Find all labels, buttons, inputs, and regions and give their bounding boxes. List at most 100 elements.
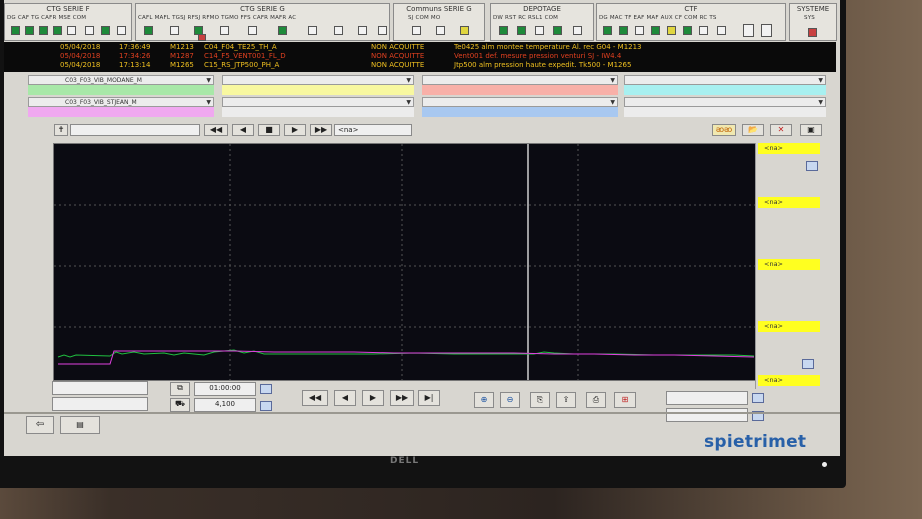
group-communs-serie-g: Communs SERIE G SJ COM MO — [393, 3, 485, 41]
indicator — [220, 26, 229, 35]
indicator — [25, 26, 34, 35]
calendar-icon[interactable] — [260, 384, 272, 394]
curve-selector-6[interactable]: ▼ — [422, 97, 618, 107]
last-button[interactable]: ▶▶ — [310, 124, 332, 136]
print-icon[interactable]: ⎙ — [586, 392, 606, 408]
value-field[interactable]: 4,100 — [194, 398, 256, 412]
next-button[interactable]: ▶ — [284, 124, 306, 136]
indicator — [573, 26, 582, 35]
fast-forward-button[interactable]: ▶▶ — [390, 390, 414, 406]
end-time-field[interactable] — [52, 397, 148, 411]
time-cursor-field[interactable] — [70, 124, 200, 136]
grid-icon[interactable]: ⊞ — [614, 392, 636, 408]
cursor-value-field: <na> — [334, 124, 412, 136]
indicator — [651, 26, 660, 35]
cursor-start-field[interactable] — [666, 391, 748, 405]
alarm-date: 05/04/2018 — [60, 43, 101, 51]
indicator — [699, 26, 708, 35]
indicator — [743, 24, 754, 37]
group-title: Communs SERIE G — [406, 5, 472, 13]
first-button[interactable]: ◀◀ — [204, 124, 228, 136]
copy-icon[interactable]: ⎘ — [530, 392, 550, 408]
alarm-code: M1265 — [170, 61, 194, 69]
indicator — [603, 26, 612, 35]
alarm-list[interactable]: 05/04/2018 17:36:49 M1213 C04_F04_TE25_T… — [4, 42, 836, 72]
indicator — [53, 26, 62, 35]
indicator — [436, 26, 445, 35]
folder-open-icon[interactable]: 📂 — [742, 124, 764, 136]
scale-settings-icon[interactable] — [802, 359, 814, 369]
group-ctf: CTF DG MAC TF EAF MAF AUX CF COM RC TS — [596, 3, 786, 41]
close-icon[interactable]: ✕ — [770, 124, 792, 136]
group-labels: DG MAC TF EAF MAF AUX CF COM RC TS — [599, 15, 717, 21]
alarm-status: NON ACQUITTE — [371, 61, 425, 69]
prev-button[interactable]: ◀ — [232, 124, 254, 136]
start-time-field[interactable] — [52, 381, 148, 395]
printer-icon[interactable]: ▤ — [60, 416, 100, 434]
calendar-icon[interactable] — [752, 393, 764, 403]
indicator — [667, 26, 676, 35]
zoom-in-icon[interactable]: ⊕ — [474, 392, 494, 408]
alarm-date: 05/04/2018 — [60, 52, 101, 60]
alarm-status: NON ACQUITTE — [371, 43, 425, 51]
indicator — [460, 26, 469, 35]
truck-icon[interactable]: ⛟ — [170, 398, 190, 412]
indicator — [248, 26, 257, 35]
alarm-tag: C14_F5_VENT001_FL_D — [204, 52, 286, 60]
curve-color-green — [28, 85, 214, 95]
curve-selector-5[interactable]: ▼ — [422, 75, 618, 85]
chart-zoom-icon[interactable]: ⧉ — [170, 382, 190, 396]
alarm-message: Vent001 def. mesure pression venturi SJ … — [454, 52, 622, 60]
group-systeme: SYSTEME SYS — [789, 3, 837, 41]
cursor-end-field[interactable] — [666, 408, 748, 422]
curve-selector-1[interactable]: C03_F03_VIB_MODANE_M ▼ — [28, 75, 214, 85]
curve-color-empty — [624, 107, 826, 117]
group-labels: DW RST RC RSL1 COM — [493, 15, 559, 21]
alarm-tag: C04_F04_TE25_TH_A — [204, 43, 277, 51]
curve-color-salmon — [422, 85, 618, 95]
fast-rewind-button[interactable]: ◀◀ — [302, 390, 328, 406]
scale-settings-icon[interactable] — [806, 161, 818, 171]
zoom-out-icon[interactable]: ⊖ — [500, 392, 520, 408]
scale-label: <na> — [758, 259, 820, 270]
calendar-icon[interactable] — [260, 401, 272, 411]
indicator — [198, 34, 206, 41]
scada-screen: CTG SERIE F DG CAF TG CAFR MSE COM CTG S… — [4, 0, 840, 456]
indicator — [619, 26, 628, 35]
trend-chart[interactable] — [53, 143, 759, 381]
curve-selector-2[interactable]: C03_F03_VIB_STJEAN_M ▼ — [28, 97, 214, 107]
group-ctg-serie-g: CTG SERIE G CAFL MAFL TGSJ RFSJ RFMO TGM… — [135, 3, 390, 41]
scale-label: <na> — [758, 321, 820, 332]
curve-color-blue — [422, 107, 618, 117]
group-labels: SYS — [804, 15, 815, 21]
stop-button[interactable]: ■ — [258, 124, 280, 136]
indicator — [499, 26, 508, 35]
back-arrow-icon[interactable]: ⇦ — [26, 416, 54, 434]
curve-selector-8[interactable]: ▼ — [624, 97, 826, 107]
curve-selector-3[interactable]: ▼ — [222, 75, 414, 85]
step-back-button[interactable]: ◀ — [334, 390, 356, 406]
curve-color-yellow — [222, 85, 414, 95]
group-title: CTG SERIE G — [240, 5, 285, 13]
curve-color-magenta — [28, 107, 214, 117]
trend-chart-svg — [54, 144, 758, 380]
alarm-time: 17:34:26 — [119, 52, 151, 60]
save-icon[interactable]: ▣ — [800, 124, 822, 136]
curve-selector-4[interactable]: ▼ — [222, 97, 414, 107]
alarm-code: M1213 — [170, 43, 194, 51]
group-title: CTG SERIE F — [46, 5, 90, 13]
indicator — [358, 26, 367, 35]
right-legend-panel: <na> <na> <na> <na> <na> — [755, 143, 824, 389]
company-logo: spietrimet — [704, 432, 807, 452]
glasses-icon[interactable]: ᴔᴔ — [712, 124, 736, 136]
cursor-icon[interactable]: ✝ — [54, 124, 68, 136]
skip-end-button[interactable]: ▶| — [418, 390, 440, 406]
play-button[interactable]: ▶ — [362, 390, 384, 406]
indicator — [553, 26, 562, 35]
duration-field[interactable]: 01:00:00 — [194, 382, 256, 396]
curve-selector-7[interactable]: ▼ — [624, 75, 826, 85]
indicator — [517, 26, 526, 35]
system-alarm-indicator — [808, 28, 817, 37]
export-icon[interactable]: ⇪ — [556, 392, 576, 408]
indicator — [85, 26, 94, 35]
